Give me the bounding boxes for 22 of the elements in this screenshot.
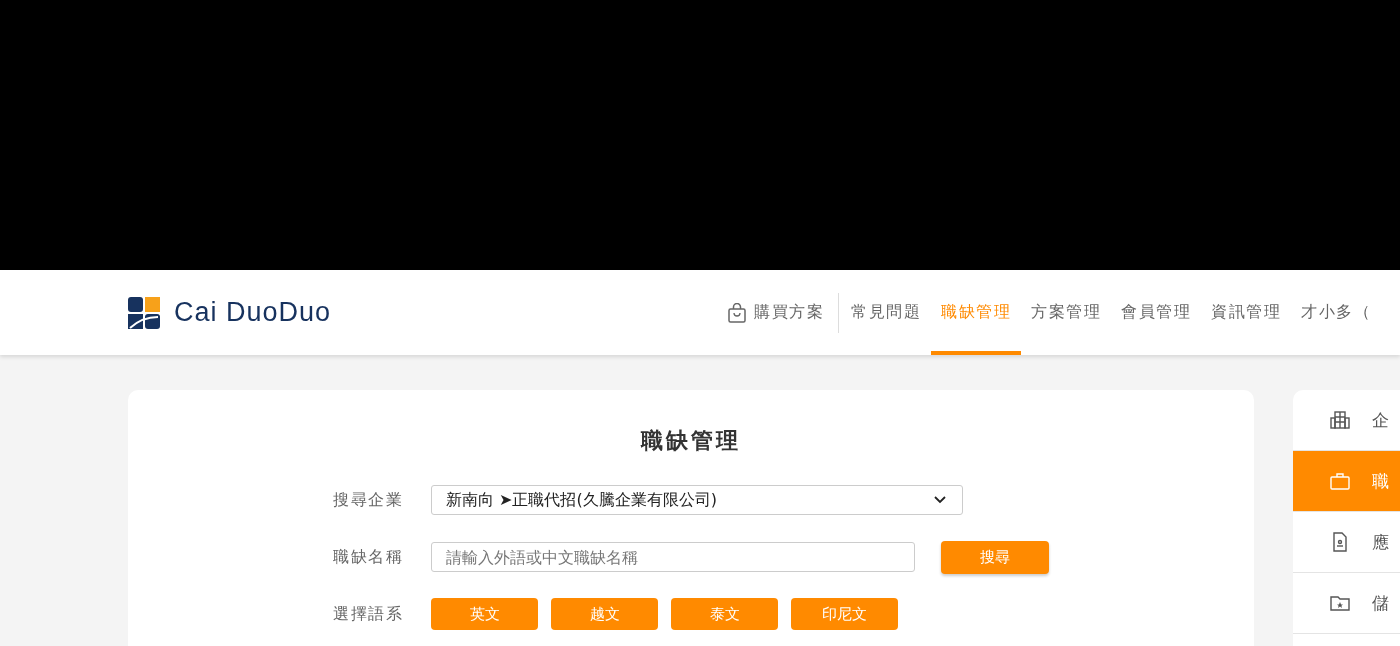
building-icon	[1330, 410, 1350, 430]
page-title: 職缺管理	[639, 427, 742, 455]
field-label: 搜尋企業	[333, 489, 404, 511]
briefcase-icon	[1330, 471, 1350, 491]
nav-link[interactable]: 常見問題	[841, 270, 931, 355]
chevron-down-icon	[934, 496, 946, 504]
nav-link[interactable]: 才小多（	[1291, 270, 1381, 355]
field-label: 選擇語系	[333, 603, 404, 625]
nav-link[interactable]: 購買方案	[718, 292, 839, 333]
logo-text[interactable]: Cai DuoDuo	[174, 297, 332, 328]
field-label: 職缺名稱	[333, 546, 404, 568]
document-person-icon	[1330, 532, 1350, 552]
company-select[interactable]: 新南向 ➤正職代招(久騰企業有限公司)	[431, 485, 963, 515]
logo-icon	[128, 296, 160, 329]
job-name-field[interactable]: 請輸入外語或中文職缺名稱	[431, 542, 915, 572]
nav-link[interactable]: 方案管理	[1021, 270, 1111, 355]
shopping-bag-icon	[728, 302, 746, 323]
sidebar-item[interactable]: 儲	[1293, 573, 1400, 634]
sidebar-item[interactable]: 應	[1293, 512, 1400, 573]
nav-link[interactable]: 會員管理	[1111, 270, 1201, 355]
folder-star-icon	[1330, 593, 1350, 613]
nav-link[interactable]: 資訊管理	[1201, 270, 1291, 355]
